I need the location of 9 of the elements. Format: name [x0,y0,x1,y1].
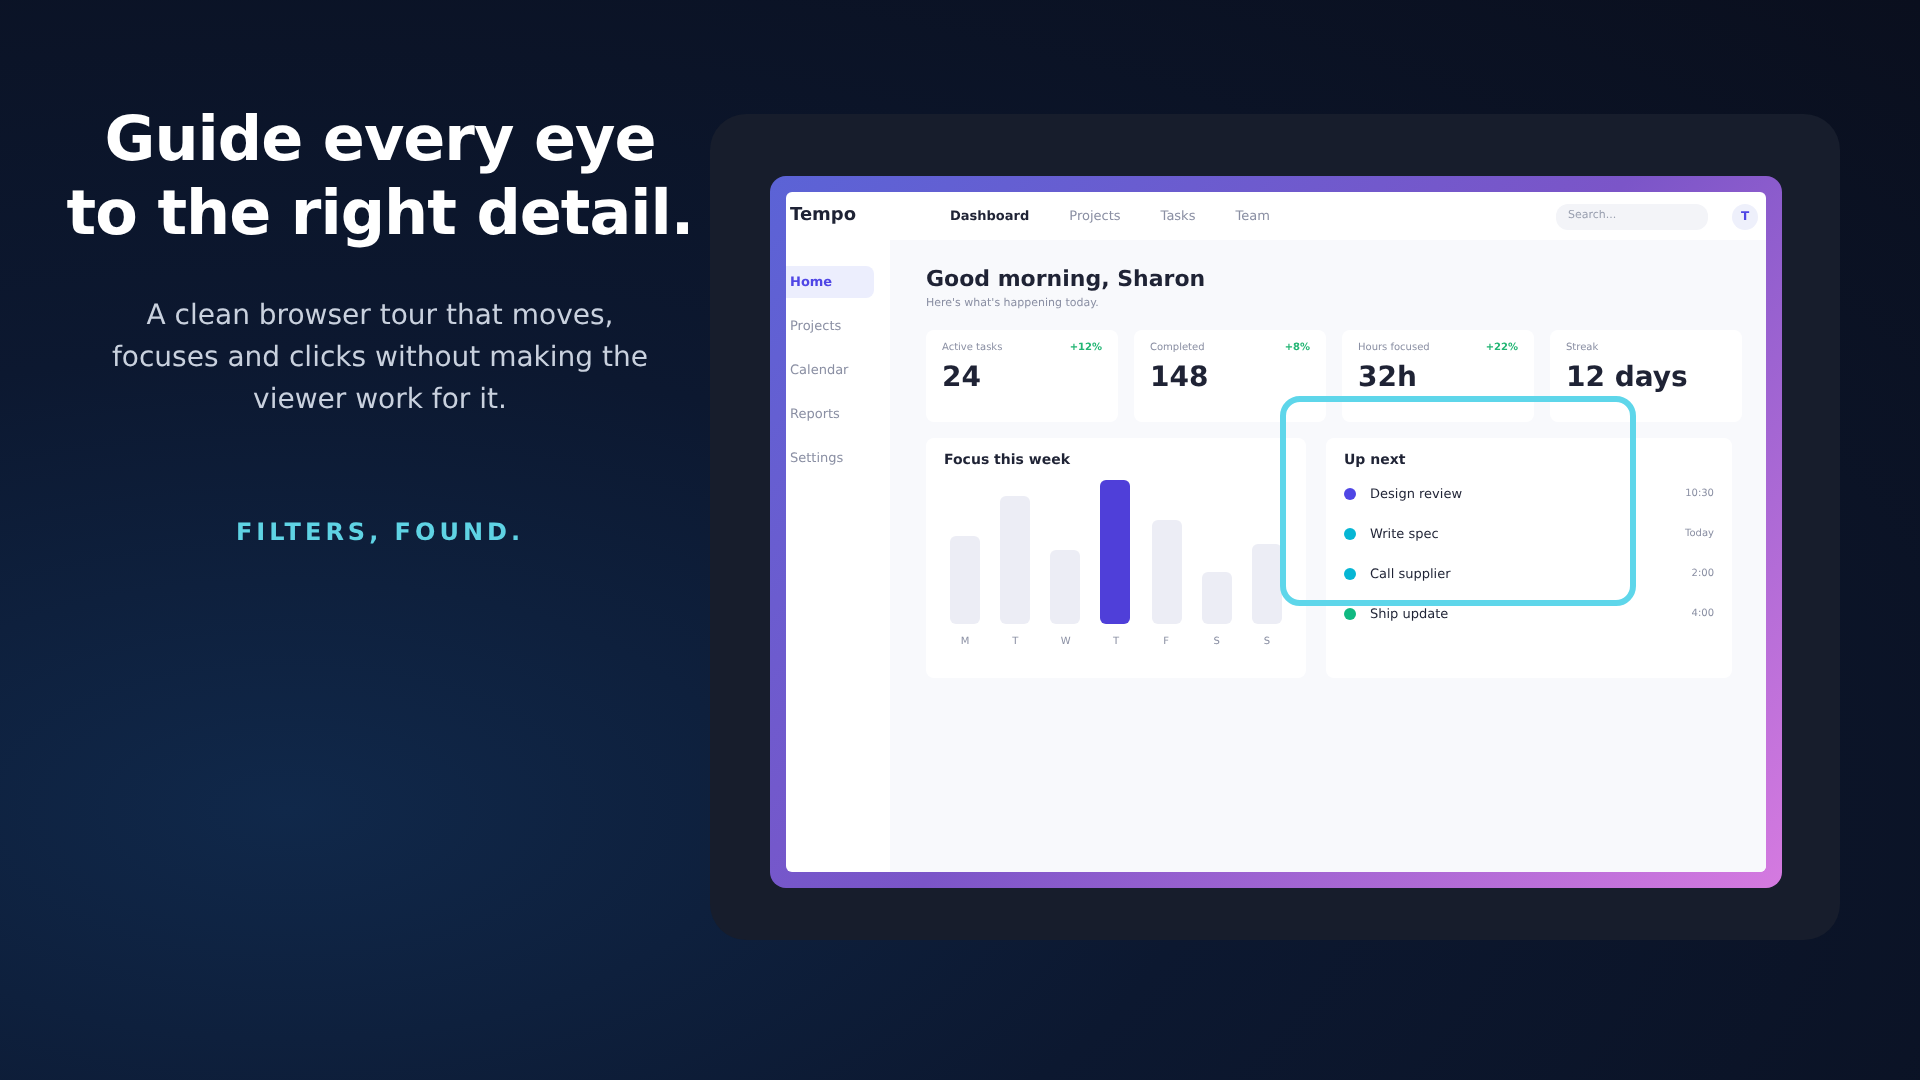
greeting: Good morning, Sharon [926,266,1208,292]
stat-value: 32h [1358,362,1419,394]
stat-value: 12 days [1566,362,1690,394]
stat-value: 148 [1150,362,1211,394]
headline: Guide every eye to the right detail. [64,104,696,252]
intro-text: A clean browser tour that moves, focuses and clicks without making the viewer work for it. [109,298,650,420]
app-logo: Tempo [788,204,859,230]
stat-value: 24 [942,362,983,394]
tagline: FILTERS, FOUND. [235,518,525,546]
